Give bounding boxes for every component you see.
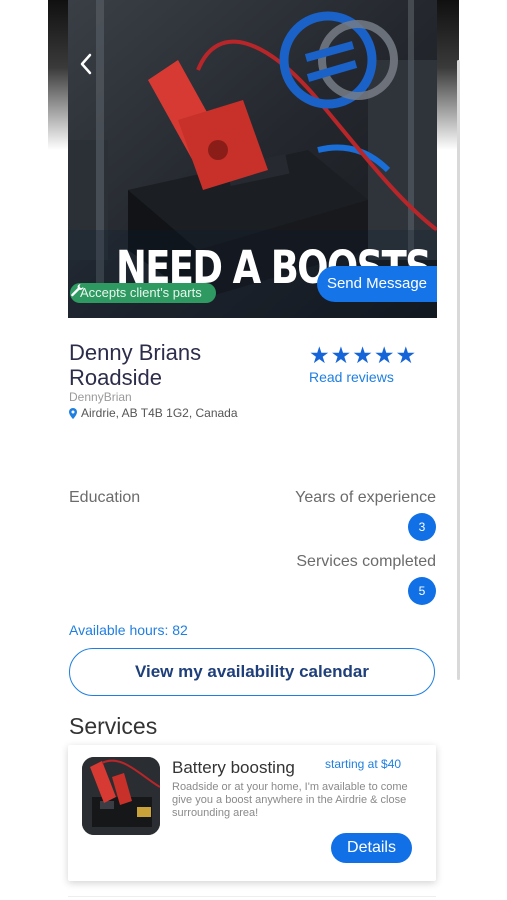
service-description: Roadside or at your home, I'm available … [172, 781, 408, 819]
accepts-parts-badge: Accepts client's parts [70, 283, 216, 303]
scrollbar[interactable] [457, 60, 460, 680]
service-thumbnail [82, 757, 160, 835]
services-completed-label: Services completed [296, 553, 436, 570]
provider-name: Denny Brians Roadside [69, 340, 202, 390]
education-label: Education [69, 489, 141, 506]
provider-location: Airdrie, AB T4B 1G2, Canada [69, 406, 238, 420]
service-card[interactable]: Battery boosting starting at $40 Roadsid… [68, 745, 436, 881]
chevron-left-icon [80, 53, 92, 75]
profile-screen: NEED A BOOSTS Accepts client's parts Sen… [48, 0, 459, 900]
view-calendar-button[interactable]: View my availability calendar [69, 648, 435, 696]
services-heading: Services [69, 713, 158, 739]
provider-username: DennyBrian [69, 390, 132, 404]
left-gutter [0, 0, 48, 900]
location-text: Airdrie, AB T4B 1G2, Canada [81, 406, 238, 420]
years-experience-label: Years of experience [295, 489, 436, 506]
star-icon: ★ [352, 342, 373, 368]
service-title: Battery boosting [172, 758, 295, 777]
back-button[interactable] [78, 52, 108, 86]
services-completed-badge: 5 [408, 577, 436, 605]
star-icon: ★ [373, 342, 395, 368]
available-hours: Available hours: 82 [69, 622, 188, 638]
wrench-icon [71, 284, 84, 297]
right-gutter [459, 0, 507, 900]
read-reviews-link[interactable]: Read reviews [309, 369, 394, 385]
battery-boost-photo [82, 757, 160, 835]
rating-stars: ★ ★ ★ ★ ★ [309, 343, 416, 367]
send-message-button[interactable]: Send Message [317, 266, 437, 302]
service-details-button[interactable]: Details [331, 833, 412, 863]
service-price: starting at $40 [325, 757, 402, 771]
star-icon: ★ [395, 342, 417, 368]
accepts-parts-label: Accepts client's parts [80, 285, 202, 300]
star-icon: ★ [309, 342, 330, 368]
map-pin-icon [69, 407, 77, 419]
divider [68, 896, 436, 897]
years-experience-badge: 3 [408, 513, 436, 541]
star-icon: ★ [330, 342, 352, 368]
hero-image: NEED A BOOSTS Accepts client's parts Sen… [68, 0, 437, 318]
